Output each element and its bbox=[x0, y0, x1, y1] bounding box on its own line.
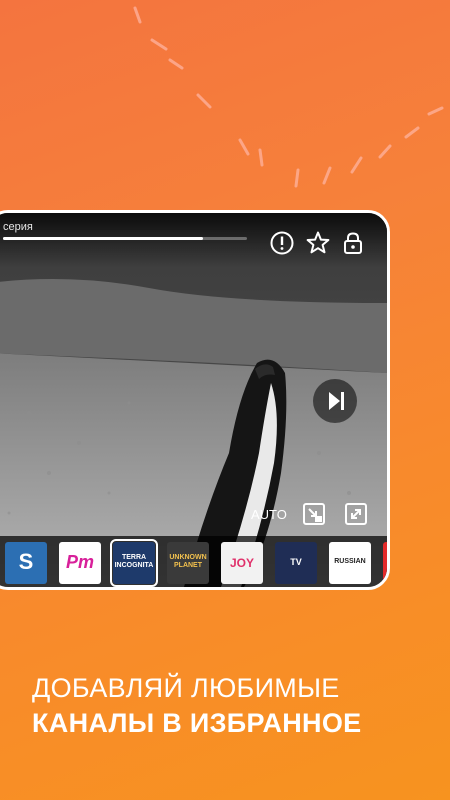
channel-strip: S Pm TERRA INCOGNITA UNKNOWN PLANET JOY … bbox=[0, 536, 387, 587]
next-episode-button[interactable] bbox=[313, 379, 357, 423]
channel-item[interactable]: Pm bbox=[59, 542, 101, 584]
channel-item[interactable]: RUSSIAN bbox=[329, 542, 371, 584]
channel-item-active[interactable]: TERRA INCOGNITA bbox=[110, 539, 158, 587]
channel-item[interactable]: JOY bbox=[221, 542, 263, 584]
channel-item[interactable]: TV bbox=[275, 542, 317, 584]
playback-progress-fill bbox=[3, 237, 204, 240]
tagline-line-2: КАНАЛЫ В ИЗБРАННОЕ bbox=[32, 708, 362, 738]
channel-item[interactable] bbox=[383, 542, 387, 584]
channel-logo: UNKNOWN PLANET bbox=[169, 554, 207, 569]
playback-progress-bar[interactable] bbox=[3, 237, 247, 240]
channel-logo: TV bbox=[290, 557, 302, 567]
fullscreen-icon[interactable] bbox=[343, 501, 369, 527]
channel-logo: RUSSIAN bbox=[334, 558, 366, 565]
lock-icon[interactable] bbox=[340, 230, 366, 256]
sun-rays-decoration bbox=[133, 6, 444, 188]
skip-next-icon bbox=[329, 392, 344, 410]
picture-in-picture-icon[interactable] bbox=[301, 501, 327, 527]
tagline-line-1: ДОБАВЛЯЙ ЛЮБИМЫЕ bbox=[32, 673, 340, 703]
channel-logo: Pm bbox=[65, 552, 94, 572]
phone-frame: серия AUTO S Pm TERRA INCOGNITA UNKNOWN … bbox=[0, 210, 390, 590]
quality-auto-button[interactable]: AUTO bbox=[251, 507, 287, 522]
channel-logo: TERRA INCOGNITA bbox=[114, 554, 154, 569]
channel-item[interactable]: UNKNOWN PLANET bbox=[167, 542, 209, 584]
episode-title: серия bbox=[3, 221, 33, 233]
alert-icon[interactable] bbox=[269, 230, 295, 256]
channel-item[interactable]: S bbox=[5, 542, 47, 584]
channel-logo: JOY bbox=[229, 556, 254, 570]
channel-logo: S bbox=[18, 549, 34, 574]
star-icon[interactable] bbox=[305, 230, 331, 256]
